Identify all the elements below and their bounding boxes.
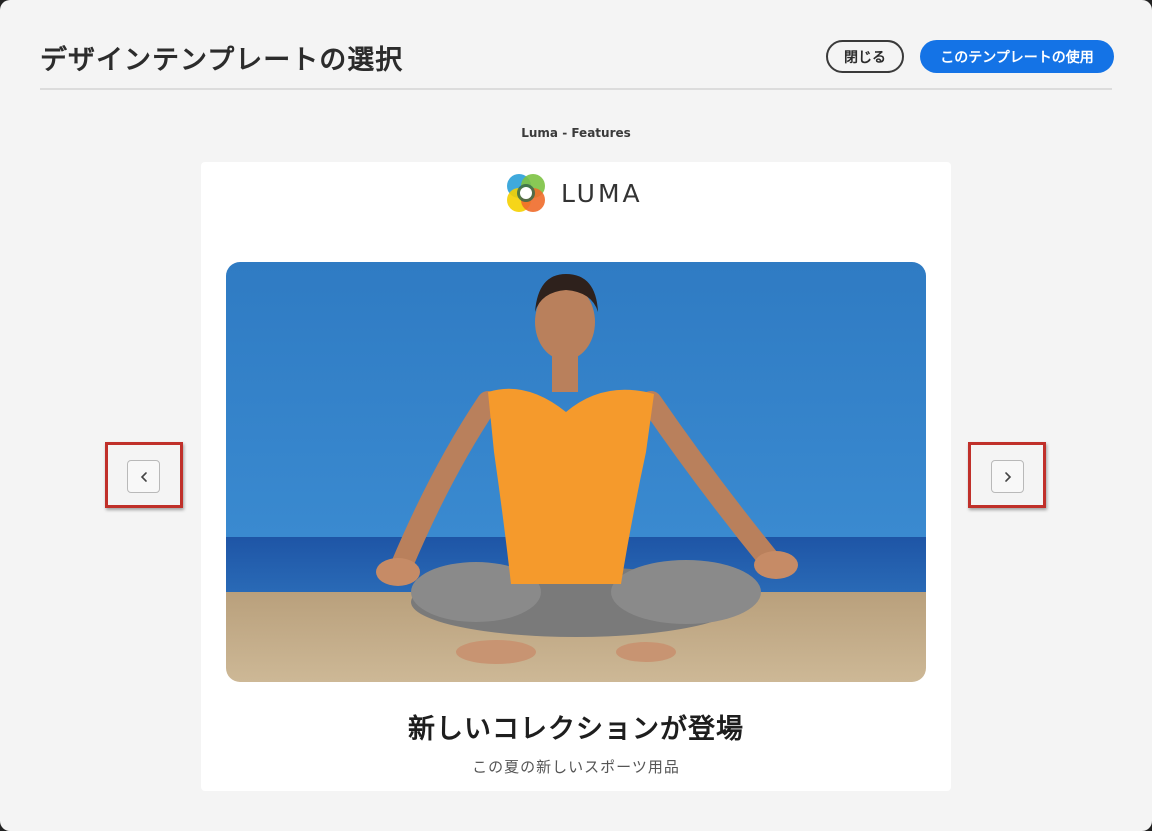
chevron-left-icon (140, 471, 147, 482)
use-template-button[interactable]: このテンプレートの使用 (920, 40, 1114, 73)
next-template-button[interactable] (991, 460, 1024, 493)
header-divider (40, 88, 1112, 90)
template-preview-card: LUMA 新しいコレクションが登場 この夏の新しいスポーツ用品 (201, 162, 951, 791)
chevron-right-icon (1004, 471, 1011, 482)
brand-name: LUMA (561, 178, 643, 208)
preview-subheadline: この夏の新しいスポーツ用品 (472, 758, 680, 776)
hero-image (226, 262, 926, 682)
close-button[interactable]: 閉じる (826, 40, 904, 73)
previous-template-button[interactable] (127, 460, 160, 493)
template-dialog: デザインテンプレートの選択 閉じる このテンプレートの使用 Luma - Fea… (0, 0, 1152, 831)
template-name: Luma - Features (521, 126, 631, 140)
brand-logo: LUMA (503, 170, 643, 216)
luma-logo-icon (507, 174, 545, 212)
preview-headline: 新しいコレクションが登場 (408, 714, 744, 745)
dialog-title: デザインテンプレートの選択 (40, 45, 404, 76)
